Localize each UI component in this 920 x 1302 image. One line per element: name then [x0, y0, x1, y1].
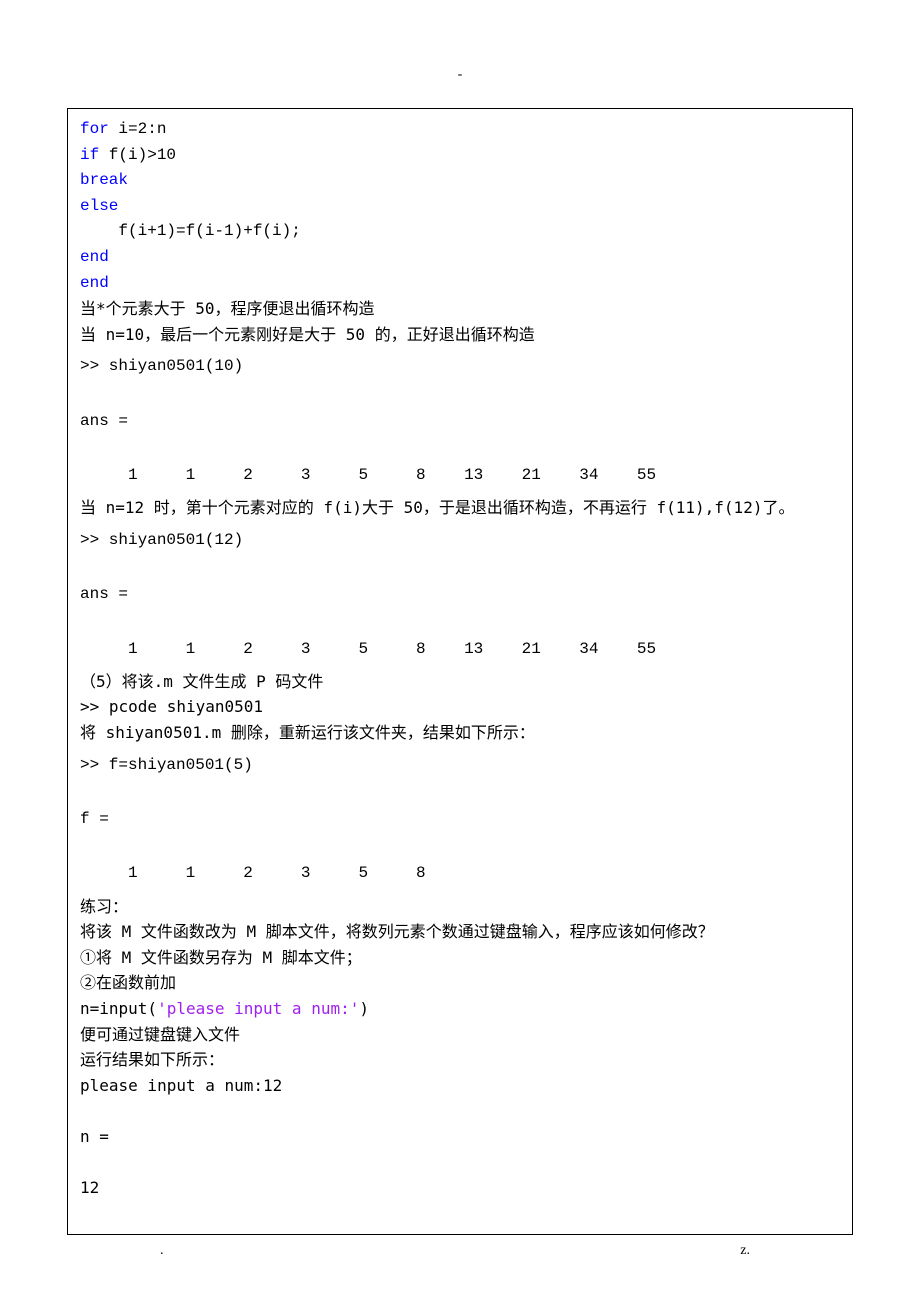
code-text: n=input( [80, 999, 157, 1018]
command-text: >> pcode shiyan0501 [80, 694, 840, 720]
explanation-text: 当 n=10，最后一个元素刚好是大于 50 的，正好退出循环构造 [80, 322, 840, 348]
keyword-end: end [80, 274, 109, 292]
keyword-if: if [80, 146, 99, 164]
footer-marker-right: z. [740, 1243, 750, 1259]
code-input-line: n=input('please input a num:') [80, 996, 840, 1022]
explanation-text: 当*个元素大于 50，程序便退出循环构造 [80, 296, 840, 322]
step-text: ②在函数前加 [80, 970, 840, 996]
code-text: f(i)>10 [99, 146, 176, 164]
code-text: f(i+1)=f(i-1)+f(i); [80, 222, 301, 240]
code-text: i=2:n [109, 120, 167, 138]
keyword-for: for [80, 120, 109, 138]
explanation-text: 将 shiyan0501.m 删除，重新运行该文件夹，结果如下所示： [80, 720, 840, 746]
output-text: 12 [80, 1175, 840, 1201]
explanation-text: 便可通过键盘键入文件 [80, 1022, 840, 1048]
content-box: for i=2:n if f(i)>10 break else f(i+1)=f… [67, 108, 853, 1235]
keyword-else: else [80, 197, 118, 215]
code-line-end1: end [80, 245, 840, 271]
output-text [80, 1201, 840, 1227]
matlab-output-2: >> shiyan0501(12) ans = 1 1 2 3 5 8 13 2… [80, 527, 840, 663]
output-text [80, 1098, 840, 1124]
code-line-break: break [80, 168, 840, 194]
keyword-break: break [80, 171, 128, 189]
section-heading: （5）将该.m 文件生成 P 码文件 [80, 669, 840, 695]
code-line-for: for i=2:n [80, 117, 840, 143]
code-line-end2: end [80, 271, 840, 297]
output-text: please input a num:12 [80, 1073, 840, 1099]
keyword-end: end [80, 248, 109, 266]
exercise-text: 将该 M 文件函数改为 M 脚本文件，将数列元素个数通过键盘输入，程序应该如何修… [80, 919, 840, 945]
matlab-output-3: >> f=shiyan0501(5) f = 1 1 2 3 5 8 [80, 752, 840, 888]
code-text: ) [359, 999, 369, 1018]
explanation-text: 运行结果如下所示： [80, 1047, 840, 1073]
code-line-else: else [80, 194, 840, 220]
exercise-heading: 练习： [80, 894, 840, 920]
matlab-output-1: >> shiyan0501(10) ans = 1 1 2 3 5 8 13 2… [80, 353, 840, 489]
output-text: n = [80, 1124, 840, 1150]
step-text: ①将 M 文件函数另存为 M 脚本文件； [80, 945, 840, 971]
footer-marker-left: . [160, 1243, 164, 1259]
code-line-if: if f(i)>10 [80, 143, 840, 169]
explanation-text: 当 n=12 时，第十个元素对应的 f(i)大于 50，于是退出循环构造，不再运… [80, 495, 840, 521]
code-line-body: f(i+1)=f(i-1)+f(i); [80, 219, 840, 245]
output-text [80, 1149, 840, 1175]
page-marker-top: - [458, 67, 463, 83]
string-literal: 'please input a num:' [157, 999, 359, 1018]
